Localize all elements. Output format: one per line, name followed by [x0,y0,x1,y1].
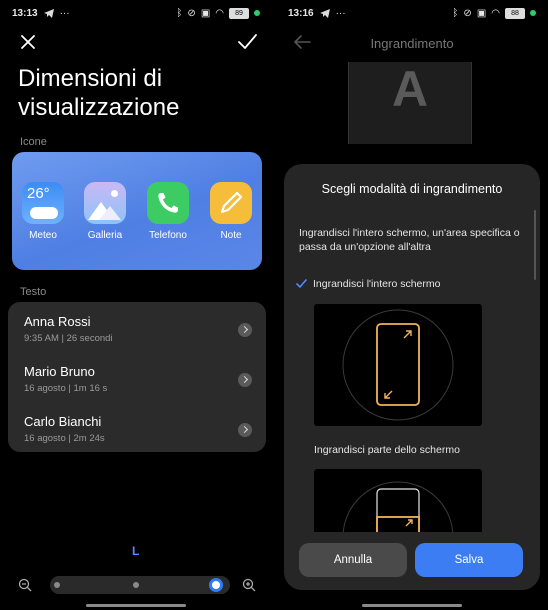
bluetooth-icon: ᛒ [452,7,459,19]
battery-icon: 89 [229,7,249,19]
contact-name: Anna Rossi [24,314,91,329]
privacy-indicator-icon [254,10,260,16]
status-bar: 13:13 ··· ᛒ ⊘ ▣ ◠ 89 [0,0,272,26]
gallery-icon [84,182,126,224]
weather-icon: 26° [22,182,64,224]
cancel-button[interactable]: Annulla [299,543,407,577]
display-size-screen: 13:13 ··· ᛒ ⊘ ▣ ◠ 89 Dimensioni di visua… [0,0,272,610]
app-galleria: Galleria [81,182,129,241]
contact-name: Mario Bruno [24,364,95,379]
bluetooth-icon: ᛒ [176,7,183,19]
dialog-description: Ingrandisci l'intero schermo, un'area sp… [299,227,520,253]
contact-name: Carlo Bianchi [24,414,102,429]
slider-step[interactable] [54,582,60,588]
magnification-mode-dialog: Scegli modalità di ingrandimento Ingrand… [284,164,540,590]
app-label: Galleria [87,230,123,241]
call-details: 9:35 AM | 26 secondi [24,333,113,344]
call-details: 16 agosto | 1m 16 s [24,383,108,394]
vibrate-off-icon: ⊘ [187,7,196,19]
zoom-in-icon[interactable] [242,578,256,592]
page-title: Ingrandimento [370,36,454,51]
dialog-scrollbar[interactable] [534,210,536,280]
magnification-screen: 13:16 ··· ᛒ ⊘ ▣ ◠ 88 Ingrandimento A Sce… [276,0,548,610]
chevron-right-icon [238,373,252,387]
app-note: Note [207,182,255,241]
full-screen-illustration[interactable] [314,304,482,426]
icons-section-label: Icone [20,136,47,148]
size-indicator-label: L [132,544,140,558]
list-item: Mario Bruno 16 agosto | 1m 16 s [24,364,254,404]
dialog-button-bar: Annulla Salva [284,532,540,590]
app-label: Note [220,230,242,241]
phone-icon [147,182,189,224]
privacy-indicator-icon [530,10,536,16]
telegram-icon [319,8,330,18]
icons-preview-card: 26° Meteo Galleria Telefono Note [12,152,262,270]
list-item: Anna Rossi 9:35 AM | 26 secondi [24,314,254,354]
close-icon[interactable] [18,32,38,52]
home-indicator[interactable] [362,604,462,607]
home-indicator[interactable] [86,604,186,607]
text-preview-card: Anna Rossi 9:35 AM | 26 secondi Mario Br… [8,302,266,452]
text-section-label: Testo [20,286,47,298]
dialog-title: Scegli modalità di ingrandimento [321,182,503,196]
battery-saver-icon: ▣ [200,7,211,19]
confirm-check-icon[interactable] [236,32,258,52]
slider-step[interactable] [133,582,139,588]
app-label: Meteo [29,230,57,241]
app-telefono: Telefono [144,182,192,241]
telegram-icon [43,8,54,18]
full-screen-magnify-icon [342,309,454,421]
option-full-screen[interactable]: Ingrandisci l'intero schermo [296,278,440,290]
zoom-out-icon[interactable] [18,578,32,592]
status-time: 13:13 [12,7,38,19]
option-label: Ingrandisci l'intero schermo [313,278,441,290]
wifi-icon: ◠ [215,7,224,19]
wifi-icon: ◠ [491,7,500,19]
page-title: Dimensioni di visualizzazione [18,65,180,121]
chevron-right-icon [238,323,252,337]
slider-knob[interactable] [209,578,223,592]
save-button[interactable]: Salva [415,543,523,577]
check-icon [296,279,307,289]
status-time: 13:16 [288,7,314,19]
battery-icon: 88 [505,7,525,19]
list-item: Carlo Bianchi 16 agosto | 2m 24s [24,414,254,454]
status-bar: 13:16 ··· ᛒ ⊘ ▣ ◠ 88 [276,0,548,26]
chevron-right-icon [238,423,252,437]
app-meteo: 26° Meteo [19,182,67,241]
option-partial-screen[interactable]: Ingrandisci parte dello schermo [314,444,460,456]
vibrate-off-icon: ⊘ [463,7,472,19]
more-notifications-icon: ··· [59,7,70,19]
display-size-slider[interactable] [50,576,230,594]
call-details: 16 agosto | 2m 24s [24,433,105,444]
preview-letter: A [391,61,429,117]
more-notifications-icon: ··· [335,7,346,19]
magnification-preview: A [348,61,472,144]
notes-icon [210,182,252,224]
battery-saver-icon: ▣ [476,7,487,19]
app-label: Telefono [149,230,187,241]
